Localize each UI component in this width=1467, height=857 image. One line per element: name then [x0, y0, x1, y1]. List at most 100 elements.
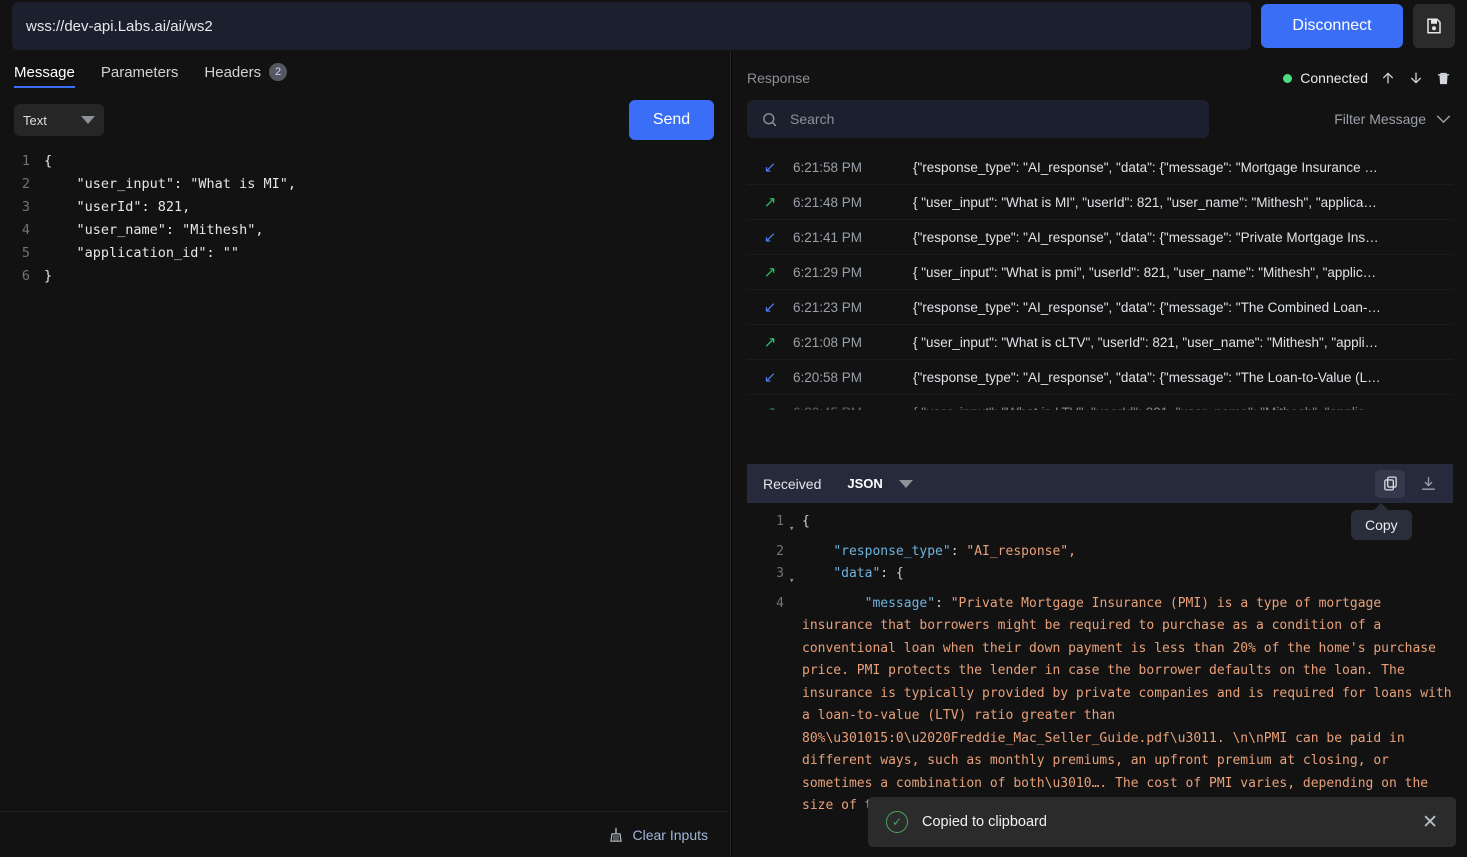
copy-tooltip-label: Copy [1365, 517, 1398, 533]
json-line-number: 4 [747, 593, 789, 818]
incoming-arrow-icon: ↙ [747, 300, 793, 315]
arrow-down-icon [1408, 69, 1424, 87]
filter-message-label: Filter Message [1334, 111, 1426, 127]
broom-icon [608, 826, 624, 843]
json-message-line: 4 "message": "Private Mortgage Insurance… [747, 593, 1453, 818]
request-footer: Clear Inputs [0, 811, 728, 857]
save-button[interactable] [1413, 4, 1455, 48]
toast-message: Copied to clipboard [922, 814, 1408, 830]
detail-toolbar-left: Received JSON [763, 476, 913, 492]
message-timestamp: 6:20:45 PM [793, 405, 913, 411]
tab-headers[interactable]: Headers 2 [204, 63, 287, 88]
json-fold-toggle [789, 541, 802, 564]
response-header: Response Connected [733, 52, 1467, 92]
tab-parameters[interactable]: Parameters [101, 64, 179, 88]
download-button[interactable] [1413, 470, 1443, 498]
toast-notification: ✓ Copied to clipboard ✕ [868, 797, 1456, 847]
tab-message-label: Message [14, 64, 75, 81]
json-fold-toggle[interactable]: ▾ [789, 563, 802, 593]
message-timestamp: 6:21:08 PM [793, 335, 913, 350]
editor-line-text: "userId": 821, [44, 196, 190, 219]
message-preview: { "user_input": "What is MI", "userId": … [913, 195, 1453, 210]
json-line-text: "response_type": "AI_response", [802, 541, 1076, 564]
json-line-text: "data": { [802, 563, 904, 593]
copy-icon [1382, 475, 1399, 492]
scroll-down-button[interactable] [1408, 69, 1424, 87]
request-panel: Message Parameters Headers 2 Text Send 1… [0, 52, 728, 857]
message-row[interactable]: ↗6:20:45 PM{ "user_input": "What is LTV"… [747, 395, 1453, 410]
connection-controls: Connected [1283, 69, 1451, 87]
clear-inputs-label: Clear Inputs [633, 827, 708, 843]
tab-parameters-label: Parameters [101, 64, 179, 81]
message-row[interactable]: ↙6:21:23 PM{"response_type": "AI_respons… [747, 290, 1453, 325]
response-panel: Response Connected [733, 52, 1467, 857]
chevron-down-icon [81, 116, 95, 124]
search-input[interactable] [790, 111, 1195, 127]
tab-message[interactable]: Message [14, 64, 75, 88]
message-row[interactable]: ↙6:21:41 PM{"response_type": "AI_respons… [747, 220, 1453, 255]
editor-line-text: } [44, 265, 52, 288]
outgoing-arrow-icon: ↗ [747, 265, 793, 280]
message-type-select[interactable]: Text [14, 104, 104, 136]
incoming-arrow-icon: ↙ [747, 160, 793, 175]
json-line-number: 2 [747, 541, 789, 564]
json-line-text: { [802, 511, 810, 541]
message-row[interactable]: ↗6:21:29 PM{ "user_input": "What is pmi"… [747, 255, 1453, 290]
websocket-client-app: Disconnect Message Parameters Headers 2 [0, 0, 1467, 857]
scroll-up-button[interactable] [1380, 69, 1396, 87]
copy-tooltip: Copy [1351, 510, 1412, 540]
editor-line: 4 "user_name": "Mithesh", [0, 219, 728, 242]
top-bar: Disconnect [0, 0, 1467, 52]
detail-direction-label: Received [763, 476, 821, 492]
request-tabs: Message Parameters Headers 2 [0, 52, 728, 88]
json-line: 3▾ "data": { [747, 563, 1453, 593]
editor-line-number: 6 [0, 265, 44, 288]
response-title: Response [747, 70, 810, 86]
message-editor[interactable]: 1{2 "user_input": "What is MI",3 "userId… [0, 150, 728, 828]
outgoing-arrow-icon: ↗ [747, 195, 793, 210]
message-row[interactable]: ↙6:20:58 PM{"response_type": "AI_respons… [747, 360, 1453, 395]
clear-messages-button[interactable] [1436, 70, 1451, 87]
send-button[interactable]: Send [629, 100, 714, 140]
disconnect-button[interactable]: Disconnect [1261, 4, 1403, 48]
message-row[interactable]: ↙6:21:58 PM{"response_type": "AI_respons… [747, 150, 1453, 185]
editor-line-text: "application_id": "" [44, 242, 239, 265]
message-row[interactable]: ↗6:21:08 PM{ "user_input": "What is cLTV… [747, 325, 1453, 360]
detail-toolbar-actions [1375, 470, 1443, 498]
incoming-arrow-icon: ↙ [747, 370, 793, 385]
json-line-text: "message": "Private Mortgage Insurance (… [802, 593, 1453, 818]
message-row[interactable]: ↗6:21:48 PM{ "user_input": "What is MI",… [747, 185, 1453, 220]
message-preview: { "user_input": "What is pmi", "userId":… [913, 265, 1453, 280]
editor-line-text: { [44, 150, 52, 173]
json-line-number: 3 [747, 563, 789, 593]
message-preview: { "user_input": "What is LTV", "userId":… [913, 405, 1453, 411]
editor-line: 2 "user_input": "What is MI", [0, 173, 728, 196]
search-box[interactable] [747, 100, 1209, 138]
message-preview: {"response_type": "AI_response", "data":… [913, 370, 1453, 385]
detail-format-select[interactable]: JSON [847, 476, 912, 491]
websocket-url-input[interactable] [12, 2, 1251, 50]
copy-button[interactable] [1375, 470, 1405, 498]
check-circle-icon: ✓ [886, 811, 908, 833]
filter-message-dropdown[interactable]: Filter Message [1334, 111, 1451, 127]
message-timestamp: 6:21:29 PM [793, 265, 913, 280]
outgoing-arrow-icon: ↗ [747, 405, 793, 411]
editor-line: 5 "application_id": "" [0, 242, 728, 265]
message-timestamp: 6:21:23 PM [793, 300, 913, 315]
editor-line: 3 "userId": 821, [0, 196, 728, 219]
editor-line-number: 2 [0, 173, 44, 196]
chevron-down-icon [899, 480, 913, 488]
toast-close-button[interactable]: ✕ [1422, 813, 1438, 832]
outgoing-arrow-icon: ↗ [747, 335, 793, 350]
message-list[interactable]: ↙6:21:58 PM{"response_type": "AI_respons… [747, 150, 1453, 410]
clear-inputs-button[interactable]: Clear Inputs [608, 826, 708, 843]
status-badge: Connected [1300, 70, 1368, 86]
status-dot [1283, 74, 1292, 83]
detail-toolbar: Received JSON [747, 464, 1453, 503]
editor-line-text: "user_name": "Mithesh", [44, 219, 263, 242]
message-type-value: Text [23, 113, 47, 128]
json-fold-toggle[interactable]: ▾ [789, 511, 802, 541]
json-line-number: 1 [747, 511, 789, 541]
editor-line-text: "user_input": "What is MI", [44, 173, 296, 196]
message-preview: {"response_type": "AI_response", "data":… [913, 230, 1453, 245]
